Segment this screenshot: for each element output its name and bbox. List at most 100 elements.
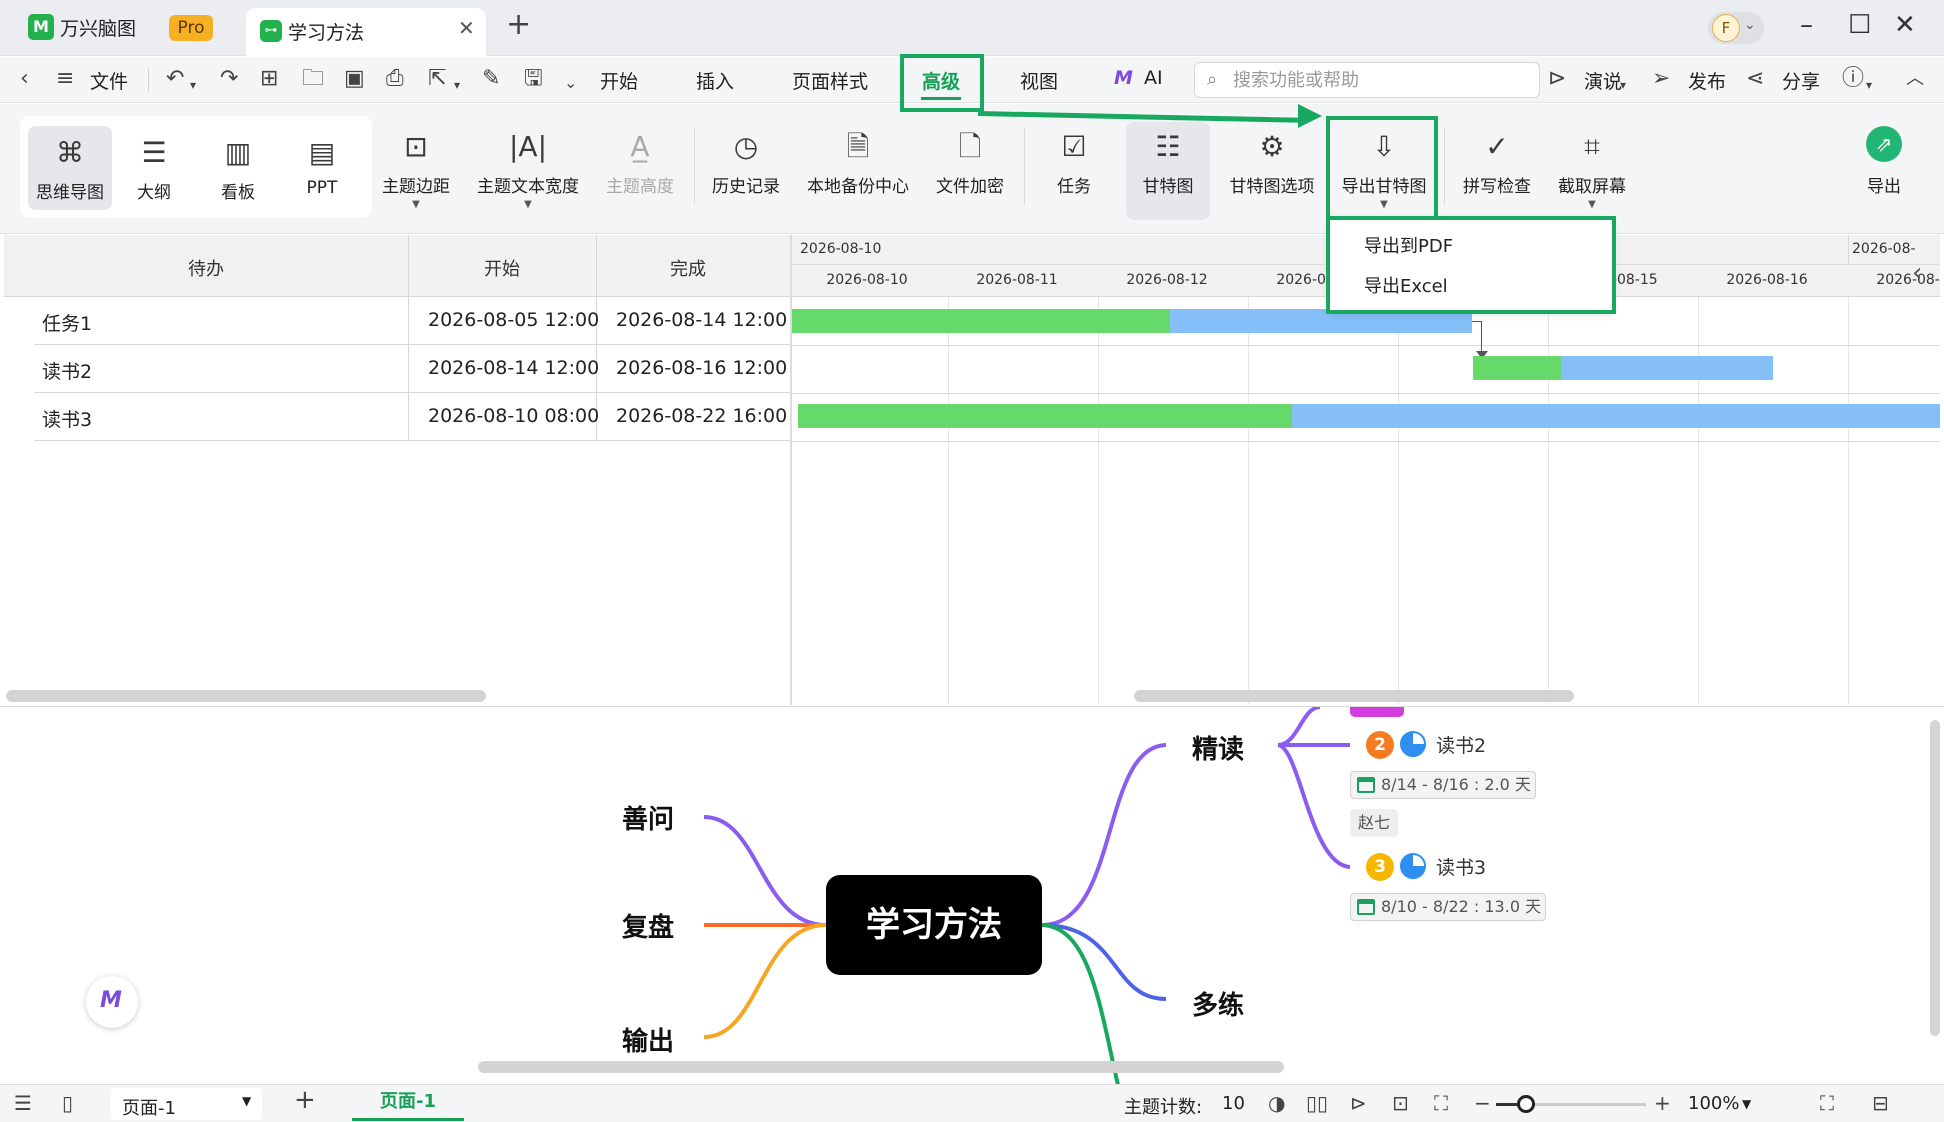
branch-review[interactable]: 复盘 xyxy=(622,907,674,944)
tab-insert[interactable]: 插入 xyxy=(696,67,734,94)
branch-practice[interactable]: 多练 xyxy=(1192,985,1244,1022)
branch-ask[interactable]: 善问 xyxy=(622,799,674,836)
present-dropdown-icon[interactable]: ▾ xyxy=(1620,73,1626,97)
branch-output[interactable]: 输出 xyxy=(622,1021,674,1058)
zoom-dropdown-icon[interactable]: ▼ xyxy=(1742,1097,1751,1111)
view-kanban-button[interactable]: ▥ 看板 xyxy=(198,136,278,203)
chart-horizontal-scrollbar[interactable] xyxy=(1134,690,1574,702)
new-tab-icon[interactable]: + xyxy=(506,10,531,40)
file-encrypt-button[interactable]: 🗋 文件加密 xyxy=(924,130,1016,197)
maximize-icon[interactable]: ☐ xyxy=(1848,10,1871,40)
user-avatar[interactable]: F ⌄ xyxy=(1708,12,1764,44)
publish-button[interactable]: 发布 xyxy=(1688,67,1726,94)
collapse-panel-icon[interactable]: ⊟ xyxy=(1872,1091,1889,1115)
help-icon[interactable]: ⓘ xyxy=(1842,67,1864,91)
tab-ai[interactable]: AI xyxy=(1144,67,1163,89)
gantt-button[interactable]: ☷ 甘特图 xyxy=(1128,130,1208,197)
zoom-slider[interactable] xyxy=(1496,1095,1646,1113)
pro-badge[interactable]: Pro xyxy=(169,15,213,41)
fullscreen-icon[interactable]: ⛶ xyxy=(1820,1091,1834,1115)
edit-note-icon[interactable]: ✎ xyxy=(482,67,500,91)
open-folder-icon[interactable]: 🗀 xyxy=(302,67,324,91)
document-tab[interactable]: ⊶ 学习方法 ✕ xyxy=(246,8,486,56)
search-box[interactable]: ⌕ xyxy=(1194,62,1540,98)
view-outline-button[interactable]: ☰ 大纲 xyxy=(114,136,194,203)
help-dropdown-icon[interactable]: ▾ xyxy=(1866,73,1872,97)
outline-panel-icon[interactable]: ☰ xyxy=(14,1091,32,1115)
table-row[interactable]: 读书2 2026-08-14 12:00 2026-08-16 12:00 xyxy=(34,345,790,393)
gantt-options-button[interactable]: ⚙ 甘特图选项 xyxy=(1222,130,1322,197)
history-button[interactable]: ◷ 历史记录 xyxy=(702,130,790,197)
undo-icon[interactable]: ↶ xyxy=(166,67,184,91)
gantt-bar-task3-done[interactable] xyxy=(798,404,1292,428)
task-button[interactable]: ☑ 任务 xyxy=(1034,130,1114,197)
subtopic-reading2[interactable]: 读书2 xyxy=(1436,731,1486,758)
screenshot-button[interactable]: ⌗ 截取屏幕 ▼ xyxy=(1548,130,1636,210)
zoom-slider-thumb[interactable] xyxy=(1517,1095,1535,1113)
view-ppt-button[interactable]: ▤ PPT xyxy=(282,136,362,198)
book-icon[interactable]: ▯▯ xyxy=(1306,1091,1328,1115)
panel-collapse-chevron-icon[interactable]: ‹ xyxy=(1912,258,1922,288)
topic-height-button[interactable]: A̲ 主题高度 xyxy=(596,130,684,197)
topic-margin-button[interactable]: ⊡ 主题边距 ▼ xyxy=(374,130,458,210)
theme-icon[interactable]: ◑ xyxy=(1268,1091,1285,1115)
topic-text-width-button[interactable]: |A| 主题文本宽度 ▼ xyxy=(470,130,586,210)
save-as-icon[interactable]: 🖫 xyxy=(524,67,543,91)
column-start[interactable]: 开始 xyxy=(484,255,520,281)
view-mindmap-button[interactable]: ⌘ 思维导图 xyxy=(30,136,110,203)
print-icon[interactable]: ⎙ xyxy=(386,67,404,91)
file-menu[interactable]: 文件 xyxy=(90,67,128,94)
zoom-in-icon[interactable]: + xyxy=(1654,1091,1671,1115)
hamburger-menu-icon[interactable]: ≡ xyxy=(56,67,74,91)
export-button[interactable]: ⇗ 导出 xyxy=(1844,126,1924,197)
table-row[interactable]: 任务1 2026-08-05 12:00 2026-08-14 12:00 xyxy=(34,297,790,345)
redo-icon[interactable]: ↷ xyxy=(220,67,238,91)
export-share-icon[interactable]: ⇱ xyxy=(428,67,446,91)
tab-start[interactable]: 开始 xyxy=(600,67,638,94)
add-page-icon[interactable]: + xyxy=(294,1087,316,1113)
mindmap-vertical-scrollbar[interactable] xyxy=(1930,720,1940,1036)
back-icon[interactable]: ‹ xyxy=(20,67,29,91)
share-button[interactable]: 分享 xyxy=(1782,67,1820,94)
search-input[interactable] xyxy=(1233,68,1523,92)
tab-view[interactable]: 视图 xyxy=(1020,67,1058,94)
fit-page-icon[interactable]: ⊡ xyxy=(1392,1091,1409,1115)
tab-page-style[interactable]: 页面样式 xyxy=(792,67,868,94)
gantt-bar-task2-done[interactable] xyxy=(1473,356,1561,380)
table-horizontal-scrollbar[interactable] xyxy=(6,690,486,702)
table-row[interactable]: 读书3 2026-08-10 08:00 2026-08-22 16:00 xyxy=(34,393,790,441)
subtopic-reading3[interactable]: 读书3 xyxy=(1436,853,1486,880)
page-select[interactable]: 页面-1 ▼ xyxy=(110,1088,262,1120)
more-chevron-icon[interactable]: ⌄ xyxy=(564,71,577,95)
ai-assistant-button[interactable]: M xyxy=(86,976,138,1028)
close-window-icon[interactable]: ✕ xyxy=(1894,10,1916,40)
play-icon[interactable]: ⊳ xyxy=(1350,1091,1367,1115)
column-todo[interactable]: 待办 xyxy=(188,255,224,281)
page-panel-icon[interactable]: ▯ xyxy=(62,1091,73,1115)
save-icon[interactable]: ▣ xyxy=(344,67,365,91)
new-file-icon[interactable]: ⊞ xyxy=(260,67,278,91)
date-tag[interactable]: 8/10 - 8/22 : 13.0 天 xyxy=(1350,893,1546,921)
gantt-bar-task1-done[interactable] xyxy=(792,309,1170,333)
mindmap-horizontal-scrollbar[interactable] xyxy=(478,1061,1284,1073)
date-tag[interactable]: 8/14 - 8/16 : 2.0 天 xyxy=(1350,771,1536,799)
minimize-icon[interactable]: – xyxy=(1800,10,1813,40)
zoom-out-icon[interactable]: − xyxy=(1474,1091,1491,1115)
collapse-ribbon-icon[interactable]: ︿ xyxy=(1906,67,1924,91)
export-dropdown-icon[interactable]: ▾ xyxy=(454,73,460,97)
local-backup-button[interactable]: 🗎 本地备份中心 xyxy=(798,130,918,197)
column-end[interactable]: 完成 xyxy=(670,255,706,281)
close-tab-icon[interactable]: ✕ xyxy=(458,16,475,40)
undo-dropdown-icon[interactable]: ▾ xyxy=(190,73,196,97)
central-topic[interactable]: 学习方法 xyxy=(826,875,1042,975)
fullscreen-fit-icon[interactable]: ⛶ xyxy=(1434,1091,1448,1115)
gantt-bar-task2-remaining[interactable] xyxy=(1561,356,1773,380)
gantt-bar-task3-remaining[interactable] xyxy=(1292,404,1940,428)
person-tag[interactable]: 赵七 xyxy=(1350,809,1399,837)
present-button[interactable]: 演说 xyxy=(1584,67,1622,94)
page-tab[interactable]: 页面-1 xyxy=(352,1087,464,1121)
branch-intensive[interactable]: 精读 xyxy=(1192,729,1244,766)
mindmap-canvas[interactable]: 学习方法 善问 复盘 输出 精读 多练 2 读书2 8/14 - 8/16 : … xyxy=(0,706,1944,1084)
zoom-level[interactable]: 100% xyxy=(1688,1093,1739,1114)
spell-check-button[interactable]: ✓ 拼写检查 xyxy=(1454,130,1540,197)
